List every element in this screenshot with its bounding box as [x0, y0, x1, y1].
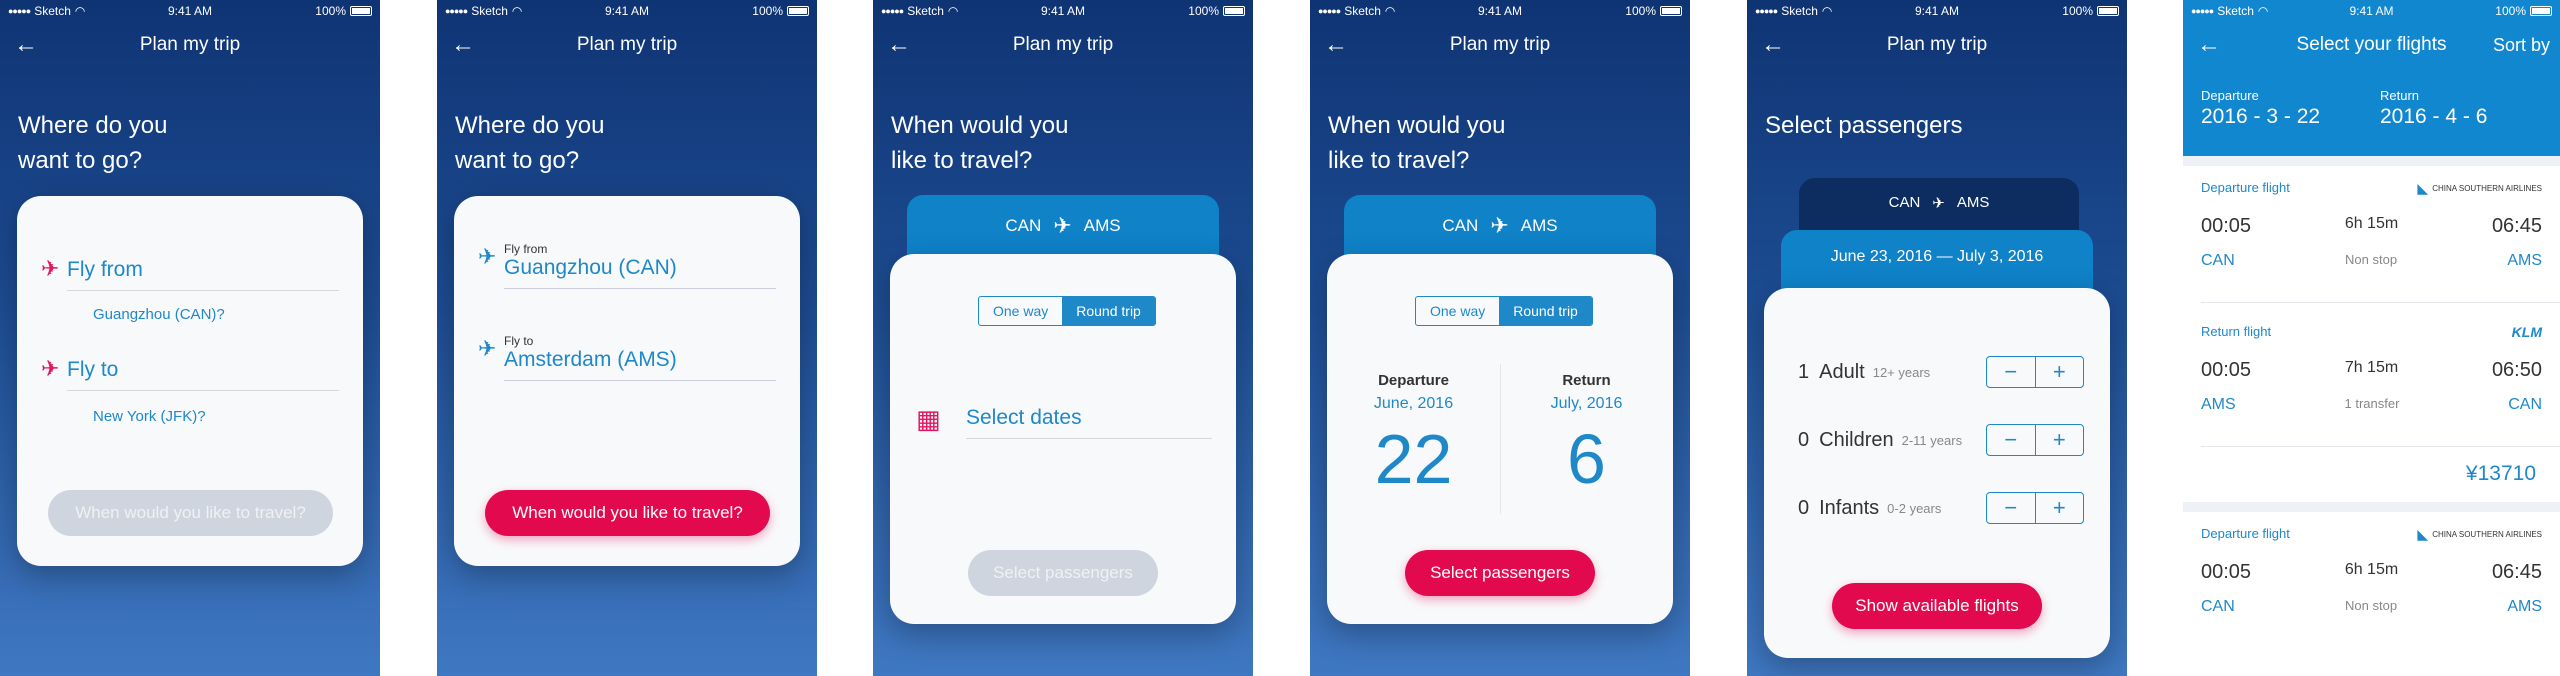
route-pill: CAN ✈ AMS [1344, 195, 1656, 257]
one-way-option[interactable]: One way [1416, 297, 1499, 325]
departure-flight: Departure flight ◣ CHINA SOUTHERN AIRLINES… [2201, 180, 2542, 269]
status-bar: ●●●●● Sketch ◠ 9:41 AM 100% [0, 0, 380, 22]
arrival-plane-icon: ✈ [41, 356, 60, 381]
when-travel-button[interactable]: When would you like to travel? [485, 490, 770, 536]
heading: When would you like to travel? [1328, 112, 1506, 174]
status-bar: ●●●●● Sketch ◠ 9:41 AM 100% [437, 0, 817, 22]
nav-title: Plan my trip [576, 34, 678, 55]
adult-row: 1 Adult 12+ years − + [1798, 356, 2084, 388]
divider [2201, 302, 2560, 303]
nav-title: Plan my trip [1012, 34, 1114, 55]
select-passengers-button[interactable]: Select passengers [968, 550, 1158, 596]
departure-plane-icon: ✈ [41, 256, 60, 281]
dates-card: One way Round trip ▦ Select dates Select … [890, 254, 1236, 624]
route-pill: CAN ✈ AMS [1799, 178, 2079, 238]
trip-type-toggle[interactable]: One way Round trip [1415, 296, 1593, 326]
nav-title: Plan my trip [1886, 34, 1988, 55]
screen-when-empty: ●●●●● Sketch ◠ 9:41 AM 100% ← Plan my trip W… [873, 0, 1253, 676]
airline-logo: ◣ CHINA SOUTHERN AIRLINES [2417, 180, 2542, 196]
departure-flight: Departure flight ◣ CHINA SOUTHERN AIRLINES… [2201, 526, 2542, 615]
when-travel-button[interactable]: When would you like to travel? [48, 490, 333, 536]
nav-title: Plan my trip [1449, 34, 1551, 55]
fly-to-hint[interactable]: New York (JFK)? [93, 408, 206, 425]
select-dates-field[interactable]: Select dates [966, 406, 1212, 439]
plus-icon[interactable]: + [2034, 425, 2084, 455]
show-flights-button[interactable]: Show available flights [1832, 583, 2042, 629]
screen-passengers: ●●●●● Sketch ◠ 9:41 AM 100% ← Plan my trip S… [1747, 0, 2127, 676]
children-stepper[interactable]: − + [1986, 424, 2084, 456]
fly-from-field[interactable]: Fly from [67, 258, 339, 291]
plus-icon[interactable]: + [2034, 493, 2084, 523]
infants-row: 0 Infants 0-2 years − + [1798, 492, 2084, 524]
flight-option-card[interactable]: Departure flight ◣ CHINA SOUTHERN AIRLINES… [2183, 512, 2560, 676]
passengers-card: 1 Adult 12+ years − + 0 Children 2-11 years − + … [1764, 288, 2110, 658]
return-date[interactable]: Return July, 2016 6 [1500, 372, 1673, 499]
minus-icon[interactable]: − [1987, 425, 2035, 455]
sort-button[interactable]: Sort by [2493, 28, 2550, 62]
status-bar: ●●●●● Sketch ◠ 9:41 AM 100% [2183, 0, 2560, 22]
departure-summary: Departure 2016 - 3 - 22 [2201, 88, 2321, 128]
airline-logo: KLM [2511, 324, 2542, 340]
children-row: 0 Children 2-11 years − + [1798, 424, 2084, 456]
trip-type-toggle[interactable]: One way Round trip [978, 296, 1156, 326]
screen-where-filled: ●●●●● Sketch ◠ 9:41 AM 100% ← Plan my trip W… [437, 0, 817, 676]
minus-icon[interactable]: − [1987, 493, 2035, 523]
screen-where-empty: ●●●●● Sketch ◠ 9:41 AM 100% ← Plan my trip W… [0, 0, 380, 676]
nav-title: Plan my trip [139, 34, 241, 55]
status-bar: ●●●●● Sketch ◠ 9:41 AM 100% [873, 0, 1253, 22]
fly-from-hint[interactable]: Guangzhou (CAN)? [93, 306, 225, 323]
plane-icon: ✈ [1053, 213, 1072, 238]
airline-logo: ◣ CHINA SOUTHERN AIRLINES [2417, 526, 2542, 542]
fly-to-field[interactable]: Fly to [67, 358, 339, 391]
minus-icon[interactable]: − [1987, 357, 2035, 387]
adult-stepper[interactable]: − + [1986, 356, 2084, 388]
infants-stepper[interactable]: − + [1986, 492, 2084, 524]
calendar-icon: ▦ [916, 404, 941, 434]
plus-icon[interactable]: + [2034, 357, 2084, 387]
fly-to-field[interactable]: Fly to Amsterdam (AMS) [504, 334, 776, 381]
heading: When would you like to travel? [891, 112, 1069, 174]
destination-card: ✈ Fly from Guangzhou (CAN)? ✈ Fly to New… [17, 196, 363, 566]
header-bg [2183, 0, 2560, 156]
round-trip-option[interactable]: Round trip [1062, 297, 1155, 325]
fly-from-field[interactable]: Fly from Guangzhou (CAN) [504, 242, 776, 289]
heading: Where do you want to go? [18, 112, 168, 174]
heading: Select passengers [1765, 112, 1963, 139]
return-summary: Return 2016 - 4 - 6 [2380, 88, 2488, 128]
return-flight: Return flight KLM 00:05 7h 15m 06:50 AMS 1 t… [2201, 324, 2542, 413]
plane-icon: ✈ [1932, 195, 1945, 212]
plane-icon: ✈ [1490, 213, 1509, 238]
flight-option-card[interactable]: Departure flight ◣ CHINA SOUTHERN AIRLINES… [2183, 166, 2560, 502]
status-bar: ●●●●● Sketch ◠ 9:41 AM 100% [1310, 0, 1690, 22]
destination-card: ✈ Fly from Guangzhou (CAN) ✈ Fly to Amster… [454, 196, 800, 566]
departure-plane-icon: ✈ [478, 244, 497, 269]
price: ¥13710 [2465, 462, 2536, 485]
route-pill: CAN ✈ AMS [907, 195, 1219, 257]
departure-date[interactable]: Departure June, 2016 22 [1327, 372, 1500, 499]
screen-when-filled: ●●●●● Sketch ◠ 9:41 AM 100% ← Plan my trip W… [1310, 0, 1690, 676]
arrival-plane-icon: ✈ [478, 336, 497, 361]
divider [2201, 446, 2560, 447]
dates-pill: June 23, 2016 — July 3, 2016 [1781, 230, 2093, 294]
heading: Where do you want to go? [455, 112, 605, 174]
select-passengers-button[interactable]: Select passengers [1405, 550, 1595, 596]
round-trip-option[interactable]: Round trip [1499, 297, 1592, 325]
status-bar: ●●●●● Sketch ◠ 9:41 AM 100% [1747, 0, 2127, 22]
one-way-option[interactable]: One way [979, 297, 1062, 325]
dates-card: One way Round trip Departure June, 2016 22 … [1327, 254, 1673, 624]
screen-select-flights: ●●●●● Sketch ◠ 9:41 AM 100% ← Select your fl… [2183, 0, 2560, 676]
